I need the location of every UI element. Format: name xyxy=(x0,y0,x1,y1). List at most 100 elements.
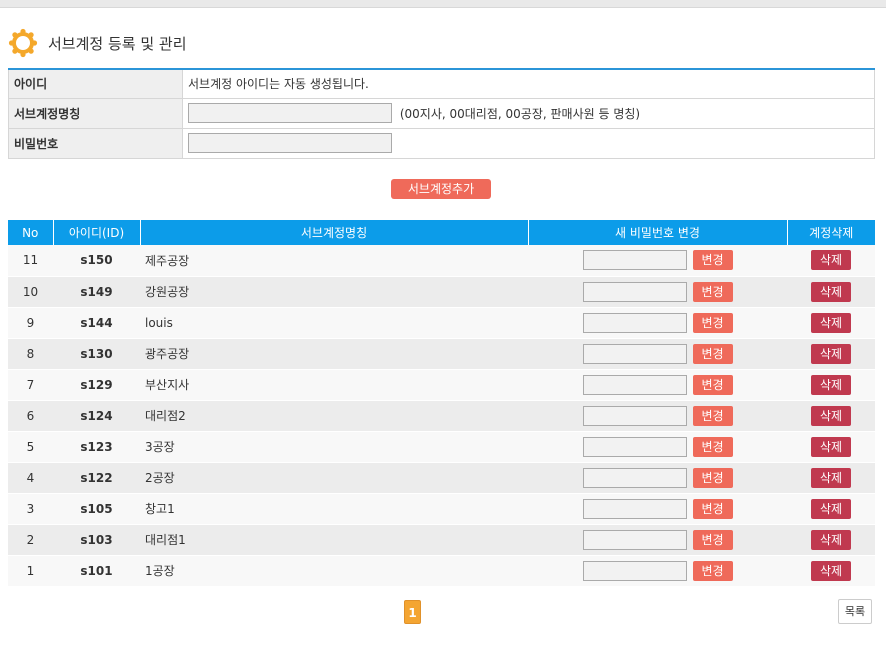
row-id: s144 xyxy=(53,307,140,339)
new-password-input[interactable] xyxy=(582,436,687,457)
password-label: 비밀번호 xyxy=(8,127,183,159)
header-password-change: 새 비밀번호 변경 xyxy=(527,220,787,245)
new-password-input[interactable] xyxy=(582,405,687,426)
row-no: 9 xyxy=(8,307,53,339)
row-name: 광주공장 xyxy=(140,338,528,370)
row-no: 2 xyxy=(8,524,53,556)
row-password-cell: 변경 xyxy=(528,245,787,277)
change-password-button[interactable]: 변경 xyxy=(692,281,733,302)
table-row: 7 s129 부산지사 변경 삭제 xyxy=(8,369,875,401)
row-password-cell: 변경 xyxy=(528,555,787,587)
page-title: 서브계정 등록 및 관리 xyxy=(48,34,187,53)
change-password-button[interactable]: 변경 xyxy=(692,498,733,519)
header-no: No xyxy=(8,220,53,245)
delete-account-button[interactable]: 삭제 xyxy=(811,467,851,488)
delete-account-button[interactable]: 삭제 xyxy=(811,250,851,271)
change-password-button[interactable]: 변경 xyxy=(692,343,733,364)
change-password-button[interactable]: 변경 xyxy=(692,529,733,550)
change-password-button[interactable]: 변경 xyxy=(692,467,733,488)
row-password-cell: 변경 xyxy=(528,493,787,525)
password-cell xyxy=(182,127,875,159)
top-bar xyxy=(0,0,886,8)
row-no: 3 xyxy=(8,493,53,525)
header-name: 서브계정명칭 xyxy=(139,220,528,245)
list-button[interactable]: 목록 xyxy=(838,599,872,624)
row-id: s129 xyxy=(53,369,140,401)
delete-account-button[interactable]: 삭제 xyxy=(811,281,851,302)
row-name: louis xyxy=(140,307,528,339)
name-hint: (00지사, 00대리점, 00공장, 판매사원 등 명칭) xyxy=(399,106,641,121)
password-input[interactable] xyxy=(188,133,392,153)
row-id: s103 xyxy=(53,524,140,556)
new-password-input[interactable] xyxy=(582,281,687,302)
table-row: 6 s124 대리점2 변경 삭제 xyxy=(8,400,875,432)
row-no: 10 xyxy=(8,276,53,308)
row-name: 부산지사 xyxy=(140,369,528,401)
row-id: s123 xyxy=(53,431,140,463)
table-header-row: No 아이디(ID) 서브계정명칭 새 비밀번호 변경 계정삭제 xyxy=(8,220,875,245)
new-password-input[interactable] xyxy=(582,250,687,271)
subaccount-form: 아이디 서브계정 아이디는 자동 생성됩니다. 서브계정명칭 (00지사, 00… xyxy=(8,68,875,159)
row-delete-cell: 삭제 xyxy=(787,400,875,432)
new-password-input[interactable] xyxy=(582,498,687,519)
change-password-button[interactable]: 변경 xyxy=(692,405,733,426)
delete-account-button[interactable]: 삭제 xyxy=(811,312,851,333)
id-label: 아이디 xyxy=(8,68,183,99)
add-subaccount-button[interactable]: 서브계정추가 xyxy=(391,179,491,199)
new-password-input[interactable] xyxy=(582,312,687,333)
row-password-cell: 변경 xyxy=(528,338,787,370)
delete-account-button[interactable]: 삭제 xyxy=(811,529,851,550)
change-password-button[interactable]: 변경 xyxy=(692,560,733,581)
form-row-name: 서브계정명칭 (00지사, 00대리점, 00공장, 판매사원 등 명칭) xyxy=(8,97,875,129)
change-password-button[interactable]: 변경 xyxy=(692,312,733,333)
page-header: 서브계정 등록 및 관리 xyxy=(8,28,187,58)
name-label: 서브계정명칭 xyxy=(8,97,183,129)
table-row: 5 s123 3공장 변경 삭제 xyxy=(8,431,875,463)
table-row: 4 s122 2공장 변경 삭제 xyxy=(8,462,875,494)
delete-account-button[interactable]: 삭제 xyxy=(811,436,851,457)
table-row: 8 s130 광주공장 변경 삭제 xyxy=(8,338,875,370)
change-password-button[interactable]: 변경 xyxy=(692,374,733,395)
row-id: s130 xyxy=(53,338,140,370)
row-delete-cell: 삭제 xyxy=(787,276,875,308)
row-name: 2공장 xyxy=(140,462,528,494)
new-password-input[interactable] xyxy=(582,343,687,364)
row-name: 강원공장 xyxy=(140,276,528,308)
new-password-input[interactable] xyxy=(582,374,687,395)
table-body: 11 s150 제주공장 변경 삭제 10 s149 강원공장 변경 삭제 9 s144 louis 변경… xyxy=(8,245,875,587)
page-1-current[interactable]: 1 xyxy=(404,600,421,624)
row-delete-cell: 삭제 xyxy=(787,307,875,339)
new-password-input[interactable] xyxy=(582,467,687,488)
table-row: 11 s150 제주공장 변경 삭제 xyxy=(8,245,875,277)
row-delete-cell: 삭제 xyxy=(787,245,875,277)
table-row: 3 s105 창고1 변경 삭제 xyxy=(8,493,875,525)
row-name: 대리점1 xyxy=(140,524,528,556)
delete-account-button[interactable]: 삭제 xyxy=(811,560,851,581)
delete-account-button[interactable]: 삭제 xyxy=(811,343,851,364)
row-delete-cell: 삭제 xyxy=(787,524,875,556)
row-no: 7 xyxy=(8,369,53,401)
table-row: 2 s103 대리점1 변경 삭제 xyxy=(8,524,875,556)
delete-account-button[interactable]: 삭제 xyxy=(811,405,851,426)
row-name: 3공장 xyxy=(140,431,528,463)
new-password-input[interactable] xyxy=(582,529,687,550)
row-id: s150 xyxy=(53,245,140,277)
row-no: 6 xyxy=(8,400,53,432)
row-no: 4 xyxy=(8,462,53,494)
row-id: s124 xyxy=(53,400,140,432)
change-password-button[interactable]: 변경 xyxy=(692,436,733,457)
delete-account-button[interactable]: 삭제 xyxy=(811,374,851,395)
delete-account-button[interactable]: 삭제 xyxy=(811,498,851,519)
row-password-cell: 변경 xyxy=(528,307,787,339)
row-password-cell: 변경 xyxy=(528,524,787,556)
row-password-cell: 변경 xyxy=(528,462,787,494)
row-delete-cell: 삭제 xyxy=(787,462,875,494)
subaccount-name-input[interactable] xyxy=(188,103,392,123)
subaccount-table: No 아이디(ID) 서브계정명칭 새 비밀번호 변경 계정삭제 11 s150 제… xyxy=(8,220,875,587)
table-row: 1 s101 1공장 변경 삭제 xyxy=(8,555,875,587)
row-delete-cell: 삭제 xyxy=(787,431,875,463)
row-delete-cell: 삭제 xyxy=(787,338,875,370)
change-password-button[interactable]: 변경 xyxy=(692,250,733,271)
form-row-password: 비밀번호 xyxy=(8,127,875,159)
new-password-input[interactable] xyxy=(582,560,687,581)
